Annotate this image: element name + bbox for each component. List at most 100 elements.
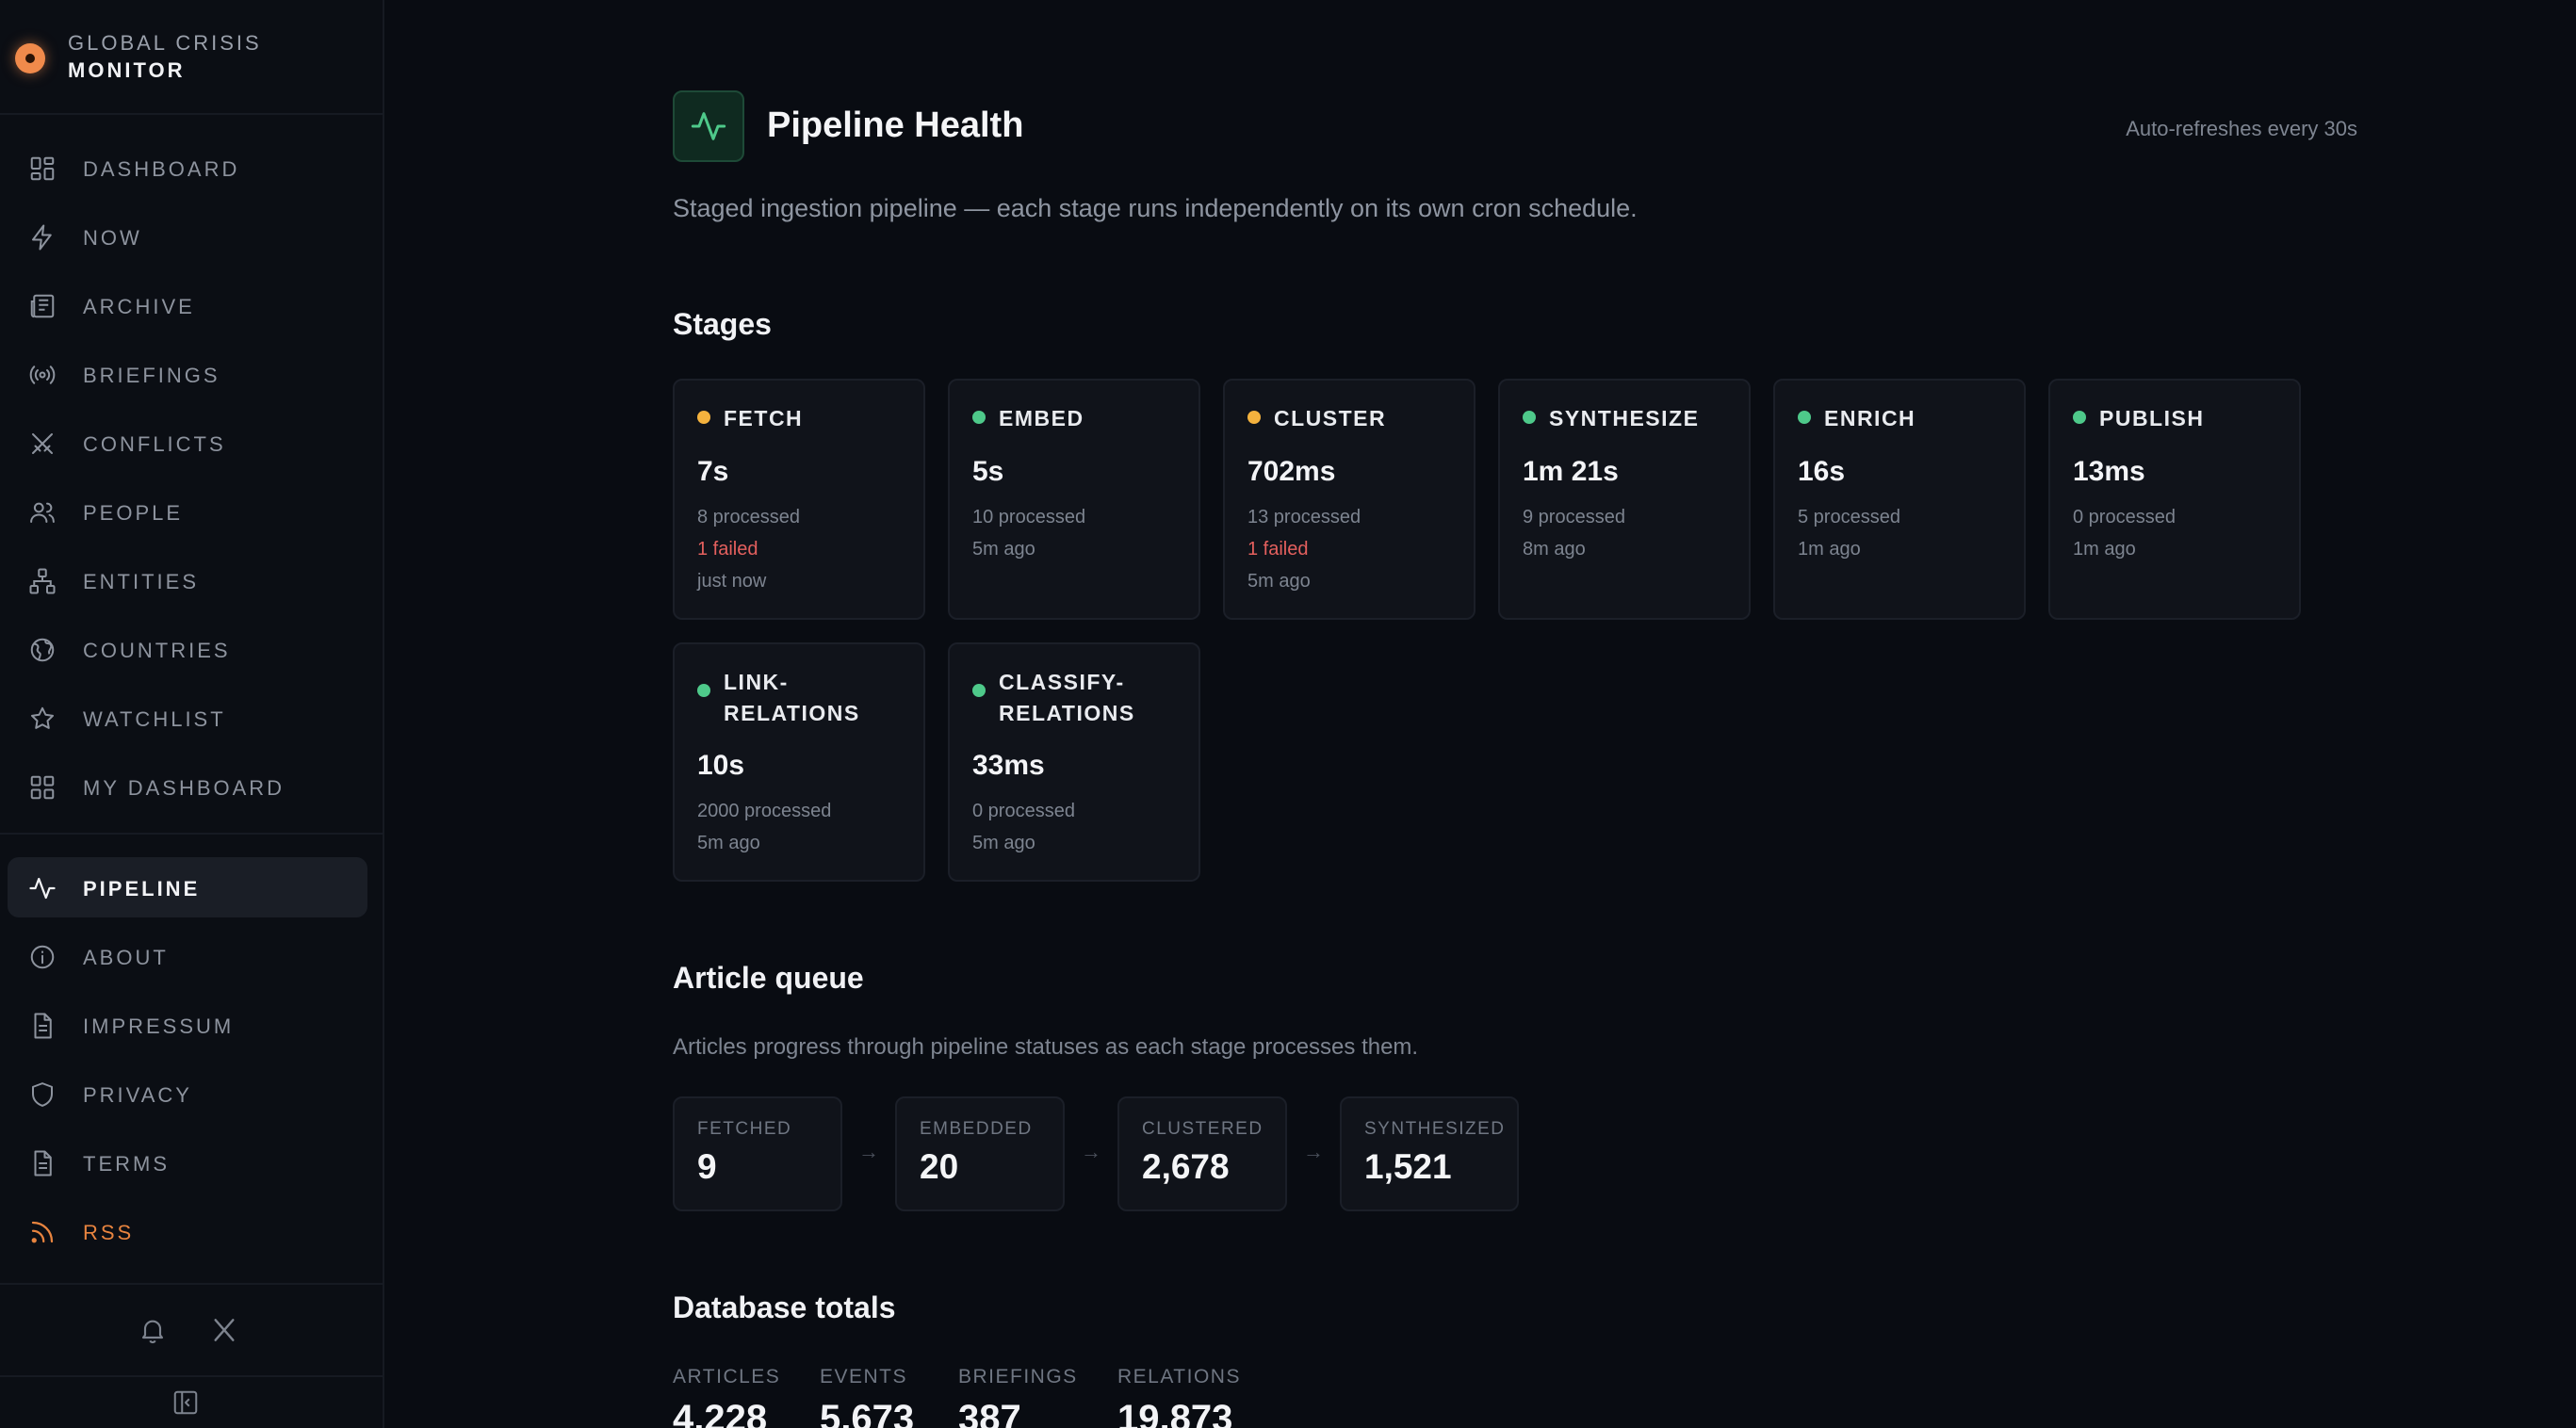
status-dot xyxy=(1247,411,1261,424)
sidebar-item-watchlist[interactable]: WATCHLIST xyxy=(8,688,367,748)
arrow-right-icon: → xyxy=(1303,1140,1324,1163)
stage-last-run: just now xyxy=(697,571,767,592)
stage-processed: 0 processed xyxy=(2073,507,2176,527)
sidebar-item-label: PRIVACY xyxy=(83,1083,192,1107)
people-icon xyxy=(28,498,57,527)
stage-last-run: 5m ago xyxy=(1247,571,1311,592)
stage-last-run: 1m ago xyxy=(1798,539,1861,560)
sidebar-item-my-dashboard[interactable]: MY DASHBOARD xyxy=(8,756,367,817)
queue-label: CLUSTERED xyxy=(1142,1119,1264,1139)
arrow-right-icon: → xyxy=(858,1140,879,1163)
stage-failed: 1 failed xyxy=(697,539,758,560)
stage-processed: 0 processed xyxy=(972,801,1075,821)
stage-duration: 7s xyxy=(697,456,729,487)
stage-name: CLUSTER xyxy=(1274,406,1387,430)
sidebar-item-pipeline[interactable]: PIPELINE xyxy=(8,857,367,917)
x-logo-icon[interactable] xyxy=(209,1315,239,1345)
stage-card-fetch[interactable]: FETCH 7s 8 processed 1 failed just now xyxy=(673,379,925,620)
broadcast-icon xyxy=(28,361,57,389)
sidebar-item-conflicts[interactable]: CONFLICTS xyxy=(8,413,367,473)
sidebar-item-label: RSS xyxy=(83,1221,135,1244)
stage-last-run: 5m ago xyxy=(972,539,1035,560)
brand-title-line1: GLOBAL CRISIS xyxy=(68,31,262,55)
sidebar-item-briefings[interactable]: BRIEFINGS xyxy=(8,344,367,404)
sidebar-item-label: BRIEFINGS xyxy=(83,364,220,387)
sidebar-item-rss[interactable]: RSS xyxy=(8,1201,367,1261)
sidebar-item-label: WATCHLIST xyxy=(83,707,226,731)
database-totals-title: Database totals xyxy=(673,1290,896,1324)
document-icon xyxy=(28,1012,57,1040)
auto-refresh-note: Auto-refreshes every 30s xyxy=(2126,117,2357,140)
sidebar-item-terms[interactable]: TERMS xyxy=(8,1132,367,1193)
stage-name: FETCH xyxy=(724,406,804,430)
stage-last-run: 1m ago xyxy=(2073,539,2136,560)
sidebar-item-label: PEOPLE xyxy=(83,501,184,525)
sidebar-item-label: CONFLICTS xyxy=(83,432,226,456)
queue-card-synthesized: SYNTHESIZED 1,521 xyxy=(1340,1096,1519,1211)
network-icon xyxy=(28,567,57,595)
stage-processed: 5 processed xyxy=(1798,507,1900,527)
totals-value: 4,228 xyxy=(673,1398,768,1428)
grid-icon xyxy=(28,773,57,802)
totals-value: 19,873 xyxy=(1117,1398,1233,1428)
totals-label: BRIEFINGS xyxy=(958,1366,1078,1387)
status-dot xyxy=(697,411,710,424)
shield-icon xyxy=(28,1080,57,1109)
sidebar-item-label: NOW xyxy=(83,226,142,250)
totals-label: RELATIONS xyxy=(1117,1366,1241,1387)
stage-last-run: 5m ago xyxy=(697,833,760,853)
stage-name: EMBED xyxy=(999,406,1084,430)
stage-card-cluster[interactable]: CLUSTER 702ms 13 processed 1 failed 5m a… xyxy=(1223,379,1475,620)
sidebar-item-label: TERMS xyxy=(83,1152,170,1176)
stage-duration: 16s xyxy=(1798,456,1846,487)
sidebar-item-label: PIPELINE xyxy=(83,877,201,901)
status-dot xyxy=(697,684,710,697)
sidebar-item-dashboard[interactable]: DASHBOARD xyxy=(8,138,367,198)
sidebar-item-archive[interactable]: ARCHIVE xyxy=(8,275,367,335)
rss-icon xyxy=(28,1218,57,1246)
article-queue-subtitle: Articles progress through pipeline statu… xyxy=(673,1034,1419,1060)
stage-card-synthesize[interactable]: SYNTHESIZE 1m 21s 9 processed 8m ago xyxy=(1498,379,1751,620)
arrow-right-icon: → xyxy=(1081,1140,1101,1163)
status-dot xyxy=(1798,411,1811,424)
page-subtitle: Staged ingestion pipeline — each stage r… xyxy=(673,194,1638,222)
stage-processed: 2000 processed xyxy=(697,801,832,821)
stage-name: CLASSIFY- RELATIONS xyxy=(999,670,1135,725)
queue-label: EMBEDDED xyxy=(920,1119,1033,1139)
sidebar-item-impressum[interactable]: IMPRESSUM xyxy=(8,995,367,1055)
main-content: Pipeline Health Auto-refreshes every 30s… xyxy=(386,0,2576,1428)
crossed-swords-icon xyxy=(28,430,57,458)
sidebar-item-entities[interactable]: ENTITIES xyxy=(8,550,367,610)
queue-card-clustered: CLUSTERED 2,678 xyxy=(1117,1096,1287,1211)
queue-label: SYNTHESIZED xyxy=(1364,1119,1506,1139)
stage-card-link-relations[interactable]: LINK- RELATIONS 10s 2000 processed 5m ag… xyxy=(673,642,925,882)
stage-card-enrich[interactable]: ENRICH 16s 5 processed 1m ago xyxy=(1773,379,2026,620)
stage-duration: 10s xyxy=(697,750,745,781)
sidebar: GLOBAL CRISIS MONITOR DASHBOARD NOW ARCH… xyxy=(0,0,384,1428)
stage-duration: 702ms xyxy=(1247,456,1336,487)
article-queue-title: Article queue xyxy=(673,961,864,995)
sidebar-item-people[interactable]: PEOPLE xyxy=(8,481,367,542)
queue-value: 20 xyxy=(920,1147,959,1186)
totals-value: 5,673 xyxy=(820,1398,915,1428)
stage-card-embed[interactable]: EMBED 5s 10 processed 5m ago xyxy=(948,379,1200,620)
page-title: Pipeline Health xyxy=(767,105,1024,145)
queue-card-fetched: FETCHED 9 xyxy=(673,1096,842,1211)
status-dot xyxy=(972,411,986,424)
stage-duration: 1m 21s xyxy=(1523,456,1619,487)
collapse-sidebar-icon[interactable] xyxy=(171,1388,200,1417)
sidebar-item-now[interactable]: NOW xyxy=(8,206,367,267)
sidebar-item-about[interactable]: ABOUT xyxy=(8,926,367,986)
sidebar-item-label: DASHBOARD xyxy=(83,157,240,181)
queue-value: 9 xyxy=(697,1147,717,1186)
sidebar-item-label: MY DASHBOARD xyxy=(83,776,285,800)
brand[interactable]: GLOBAL CRISIS MONITOR xyxy=(0,0,383,115)
document-icon xyxy=(28,1149,57,1177)
bell-icon[interactable] xyxy=(138,1315,168,1345)
stages-title: Stages xyxy=(673,307,772,341)
stage-card-publish[interactable]: PUBLISH 13ms 0 processed 1m ago xyxy=(2048,379,2301,620)
stage-card-classify-relations[interactable]: CLASSIFY- RELATIONS 33ms 0 processed 5m … xyxy=(948,642,1200,882)
lightning-icon xyxy=(28,223,57,252)
sidebar-item-countries[interactable]: COUNTRIES xyxy=(8,619,367,679)
sidebar-item-privacy[interactable]: PRIVACY xyxy=(8,1063,367,1124)
